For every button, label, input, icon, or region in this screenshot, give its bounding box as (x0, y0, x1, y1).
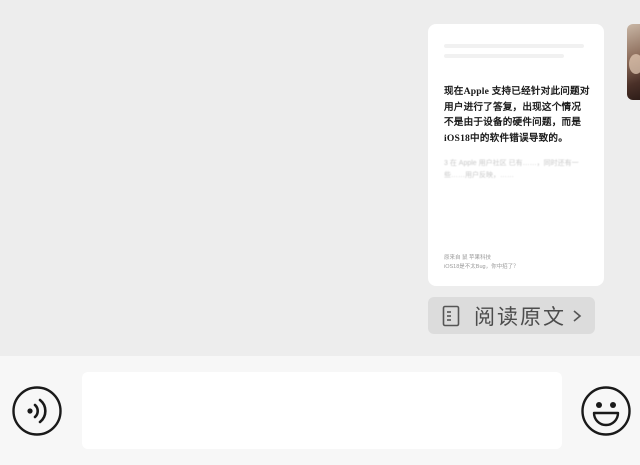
chevron-right-icon (573, 309, 582, 322)
article-text: 现在Apple 支持已经针对此问题对用户进行了答复，出现这个情况不是由于设备的硬… (444, 86, 590, 144)
meta-title: iOS18是不太Bug，你中招了？ (444, 264, 519, 270)
chat-area: 现在Apple 支持已经针对此问题对用户进行了答复，出现这个情况不是由于设备的硬… (0, 0, 640, 356)
message-input[interactable] (82, 372, 562, 449)
avatar[interactable] (627, 24, 640, 100)
article-meta: 原来自 鼠 苹果科技 iOS18是不太Bug，你中招了？ (444, 254, 519, 272)
read-original-label: 阅读原文 (474, 305, 566, 329)
blurred-text: 3 在 Apple 用户社区 已有……，同时还有一些……用户反映，…… (444, 160, 579, 179)
emoji-icon[interactable] (580, 385, 632, 437)
meta-source-text: 原来自 鼠 苹果科技 (444, 255, 492, 261)
voice-icon[interactable] (11, 385, 63, 437)
read-original-button[interactable]: 阅读原文 (428, 297, 595, 334)
meta-source: 原来自 鼠 苹果科技 (444, 254, 519, 263)
document-icon (442, 305, 460, 326)
blurred-header (444, 44, 590, 58)
article-card[interactable]: 现在Apple 支持已经针对此问题对用户进行了答复，出现这个情况不是由于设备的硬… (428, 24, 604, 286)
input-bar (0, 356, 640, 465)
